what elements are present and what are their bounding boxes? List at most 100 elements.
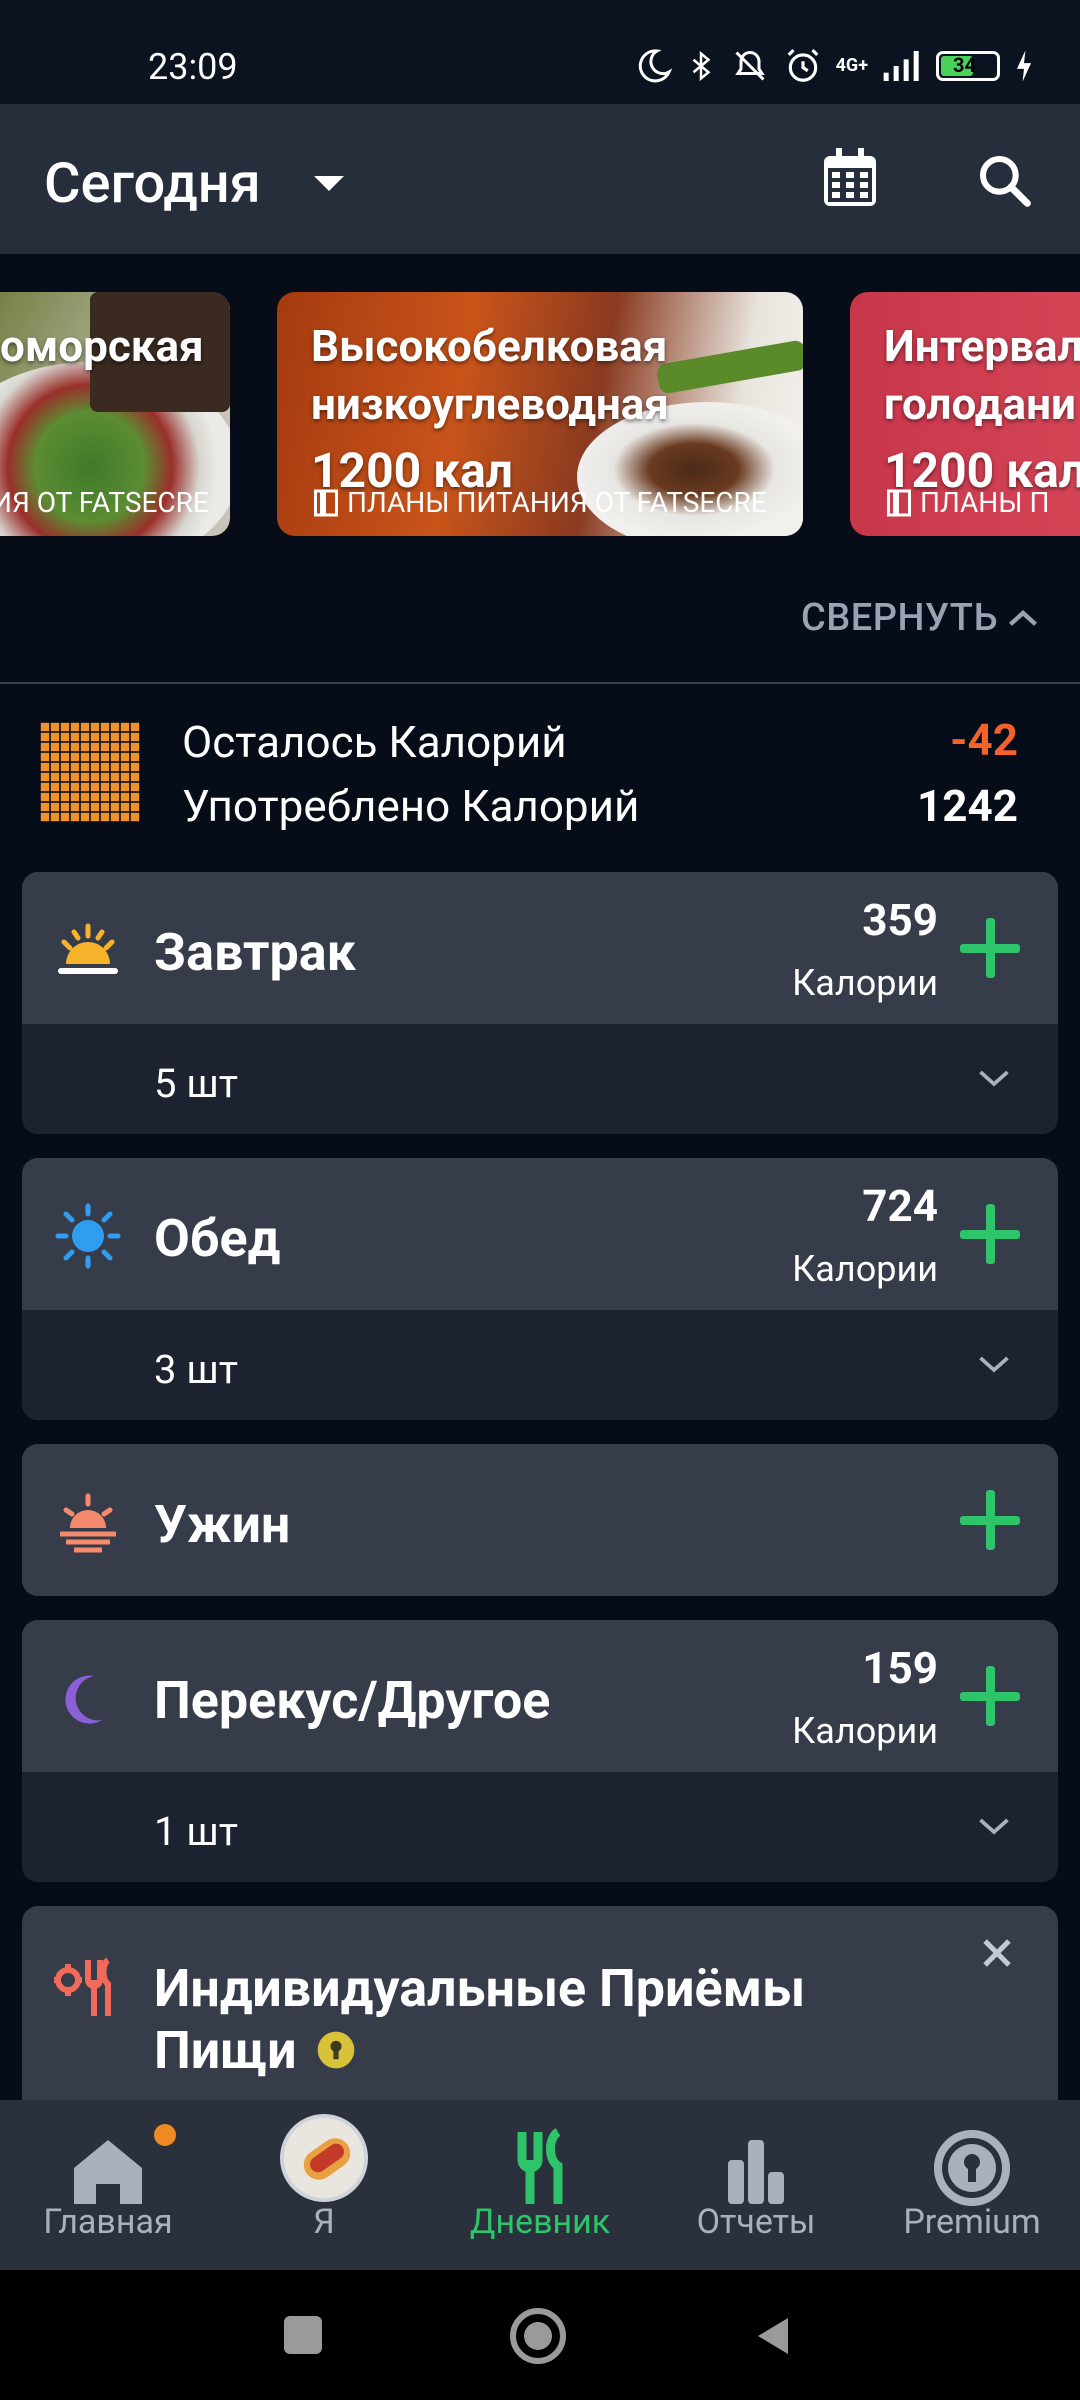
meal-card-breakfast[interactable]: Завтрак 359 Калории 5 шт	[22, 872, 1058, 1134]
meal-plan-source: ПЛАНЫ ПИТАНИЯ ОТ FATSECRE	[311, 486, 767, 519]
meal-calories: 359	[862, 894, 938, 946]
meal-items-row[interactable]: 1 шт	[22, 1772, 1058, 1882]
custom-meals-title-line1: Индивидуальные Приёмы	[154, 1958, 806, 2019]
meal-name: Обед	[154, 1208, 281, 1269]
chevron-up-icon	[1009, 610, 1037, 626]
alarm-icon	[787, 49, 818, 82]
custom-meals-title-line2: Пищи	[154, 2020, 297, 2081]
calendar-icon[interactable]	[820, 148, 880, 210]
meal-item-count: 3 шт	[154, 1346, 239, 1393]
sunrise-icon	[58, 923, 118, 974]
recent-apps-button[interactable]	[284, 2316, 322, 2354]
close-icon[interactable]	[980, 1936, 1014, 1970]
meal-plan-source: ИЯ ОТ FATSECRE	[0, 486, 209, 519]
nav-label: Дневник	[469, 2202, 611, 2242]
meal-plan-card[interactable]: Интервал голодани 1200 кал ПЛАНЫ П	[850, 292, 1080, 536]
custom-meals-card[interactable]: Индивидуальные Приёмы Пищи	[22, 1906, 1058, 2126]
status-icons: 4G+ 34	[636, 46, 1034, 86]
meal-plan-carousel[interactable]: оморская ИЯ ОТ FATSECRE Высокобелковая н…	[0, 254, 1080, 554]
meal-plan-title: оморская	[0, 320, 204, 372]
meal-calories-label: Калории	[792, 1248, 938, 1290]
divider	[0, 682, 1080, 684]
battery-icon: 34	[936, 51, 1000, 81]
meal-items-row[interactable]: 3 шт	[22, 1310, 1058, 1420]
premium-icon	[934, 2130, 1010, 2206]
consumed-calories-value: 1242	[917, 780, 1018, 832]
bar-chart-icon	[728, 2140, 784, 2204]
sun-icon	[55, 1203, 121, 1269]
meal-items-row[interactable]: 5 шт	[22, 1024, 1058, 1134]
avatar	[280, 2114, 368, 2202]
network-type: 4G+	[835, 55, 868, 76]
charging-icon	[1016, 50, 1032, 82]
meal-card-dinner[interactable]: Ужин	[22, 1444, 1058, 1596]
meal-header[interactable]: Ужин	[22, 1444, 1058, 1596]
meal-calories: 724	[862, 1180, 938, 1232]
meal-plan-title: Интервал	[884, 320, 1080, 372]
calorie-grid-icon	[40, 722, 140, 822]
meal-header[interactable]: Завтрак 359 Калории	[22, 872, 1058, 1024]
meal-card-snack[interactable]: Перекус/Другое 159 Калории 1 шт	[22, 1620, 1058, 1882]
nav-label: Отчеты	[696, 2202, 816, 2242]
sunset-icon	[60, 1493, 116, 1553]
remaining-calories-label: Осталось Калорий	[182, 716, 567, 768]
meal-plan-subtitle: голодани	[884, 378, 1076, 430]
meal-calories: 159	[862, 1642, 938, 1694]
status-bar: 23:09 4G+ 34	[0, 0, 1080, 104]
collapse-label: СВЕРНУТЬ	[801, 596, 998, 640]
remaining-calories-value: -42	[950, 714, 1018, 766]
home-icon	[74, 2140, 142, 2204]
moon-icon	[65, 1675, 102, 1724]
status-time: 23:09	[148, 46, 238, 88]
mute-icon	[734, 51, 765, 81]
meal-plan-title: Высокобелковая	[311, 320, 668, 372]
chevron-down-icon[interactable]	[976, 1346, 1012, 1382]
nav-label: Главная	[43, 2202, 173, 2242]
meal-item-count: 1 шт	[154, 1808, 239, 1855]
system-navigation-bar	[0, 2270, 1080, 2400]
meal-header[interactable]: Обед 724 Калории	[22, 1158, 1058, 1310]
signal-icon	[883, 51, 919, 81]
nav-label: Premium	[903, 2202, 1041, 2242]
notification-dot	[154, 2124, 176, 2146]
add-food-plus-icon[interactable]	[960, 1666, 1020, 1726]
fork-knife-icon	[517, 2128, 563, 2204]
meal-plan-card[interactable]: оморская ИЯ ОТ FATSECRE	[0, 292, 230, 536]
custom-meals-icon	[54, 1957, 111, 2016]
meal-name: Ужин	[154, 1494, 291, 1555]
premium-lock-icon	[317, 2031, 355, 2069]
add-food-plus-icon[interactable]	[960, 1204, 1020, 1264]
home-button[interactable]	[510, 2308, 566, 2364]
chevron-down-icon[interactable]	[976, 1060, 1012, 1096]
collapse-button[interactable]: СВЕРНУТЬ	[801, 596, 1038, 640]
app-bar: Сегодня	[0, 104, 1080, 254]
meal-item-count: 5 шт	[154, 1060, 239, 1107]
consumed-calories-label: Употреблено Калорий	[182, 780, 640, 832]
add-food-plus-icon[interactable]	[960, 1490, 1020, 1550]
back-button[interactable]	[752, 2314, 792, 2358]
meal-header[interactable]: Перекус/Другое 159 Калории	[22, 1620, 1058, 1772]
meal-card-lunch[interactable]: Обед 724 Калории 3 шт	[22, 1158, 1058, 1420]
date-selector[interactable]: Сегодня	[44, 150, 261, 216]
meal-calories-label: Калории	[792, 1710, 938, 1752]
dropdown-caret-icon[interactable]	[314, 176, 344, 191]
add-food-plus-icon[interactable]	[960, 918, 1020, 978]
do-not-disturb-icon	[638, 49, 672, 83]
battery-level: 34	[953, 53, 976, 77]
meal-plan-card[interactable]: Высокобелковая низкоуглеводная 1200 кал …	[277, 292, 803, 536]
nav-premium[interactable]: Premium	[864, 2100, 1080, 2270]
meal-calories-label: Калории	[792, 962, 938, 1004]
bluetooth-icon	[692, 50, 711, 82]
search-icon[interactable]	[976, 152, 1032, 208]
meal-name: Завтрак	[154, 922, 356, 983]
nav-profile[interactable]: Я	[216, 2100, 432, 2270]
chevron-down-icon[interactable]	[976, 1808, 1012, 1844]
meal-plan-subtitle: низкоуглеводная	[311, 378, 669, 430]
nav-reports[interactable]: Отчеты	[648, 2100, 864, 2270]
book-icon	[887, 489, 911, 516]
nav-home[interactable]: Главная	[0, 2100, 216, 2270]
meal-plan-source: ПЛАНЫ П	[884, 486, 1049, 519]
bottom-navigation: Главная Я Дневник Отчеты Premium	[0, 2100, 1080, 2270]
nav-diary[interactable]: Дневник	[432, 2100, 648, 2270]
nav-label: Я	[313, 2202, 335, 2242]
